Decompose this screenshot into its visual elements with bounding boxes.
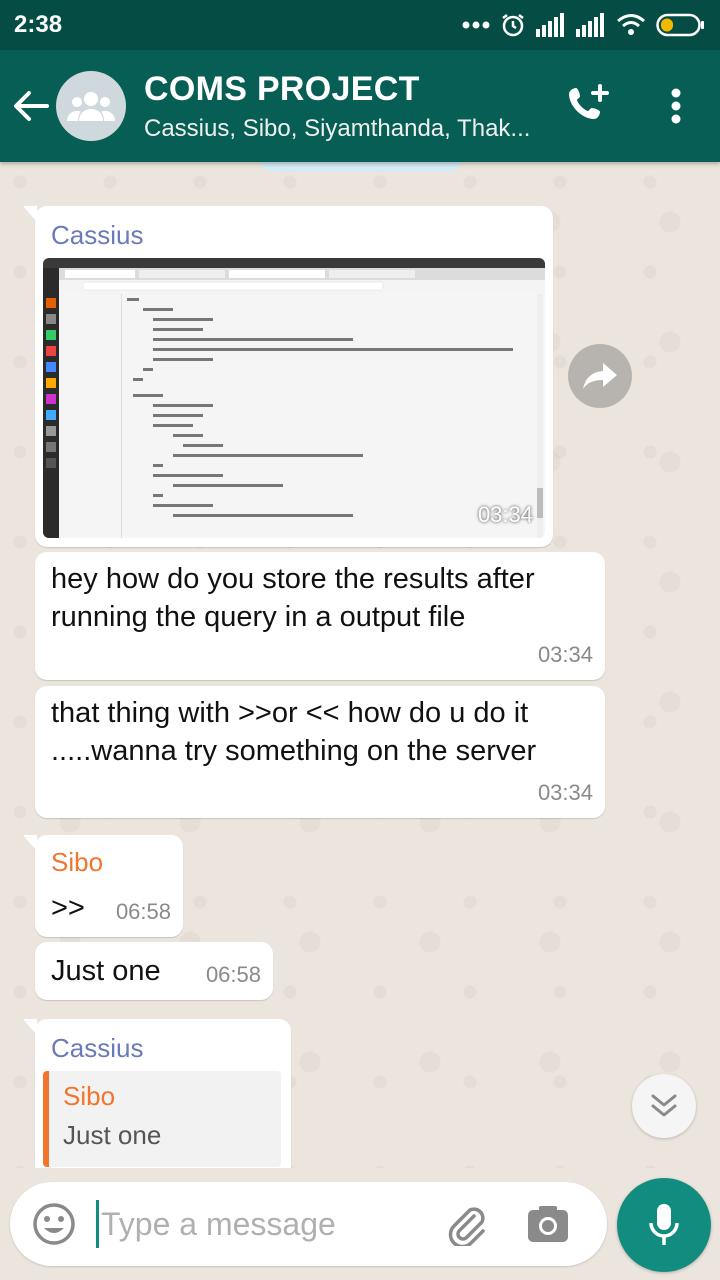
forward-icon [583, 363, 617, 389]
chat-header: COMS PROJECT Cassius, Sibo, Siyamthanda,… [0, 50, 720, 162]
mic-icon [649, 1204, 679, 1245]
message-time: 03:34 [477, 502, 533, 527]
message-sender: Sibo [51, 847, 104, 877]
camera-icon [528, 1206, 568, 1242]
emoji-icon [33, 1203, 75, 1245]
message-text: that thing with >>or << how do u do it .… [51, 697, 537, 767]
chat-participants: Cassius, Sibo, Siyamthanda, Thak... [144, 114, 531, 142]
chat-messages[interactable]: Cassius 03:34 hey how do you store the r… [0, 162, 720, 1168]
reply-message[interactable]: Cassius Sibo Just one [23, 1019, 291, 1168]
message-composer [10, 1182, 607, 1266]
voice-message-button[interactable] [617, 1178, 711, 1272]
scroll-to-bottom-button[interactable] [632, 1074, 696, 1138]
message-sender: Cassius [51, 1033, 144, 1063]
camera-button[interactable] [523, 1199, 573, 1249]
code-screenshot-image [43, 258, 545, 538]
quoted-text: Just one [63, 1120, 162, 1150]
text-message[interactable]: hey how do you store the results after r… [35, 552, 605, 680]
message-text: Just one [51, 955, 161, 987]
add-call-icon [569, 84, 609, 119]
status-icons [462, 12, 706, 38]
more-dots-icon [462, 21, 490, 29]
arrow-left-icon [14, 91, 49, 121]
message-time: 06:58 [115, 899, 171, 924]
status-time: 2:38 [14, 11, 63, 38]
group-avatar[interactable] [56, 71, 126, 141]
text-message[interactable]: that thing with >>or << how do u do it .… [35, 686, 605, 818]
image-message[interactable]: Cassius 03:34 [23, 206, 553, 547]
message-time: 03:34 [537, 780, 593, 805]
text-cursor [96, 1200, 99, 1248]
message-input[interactable] [101, 1205, 421, 1243]
previous-message-edge [262, 162, 460, 172]
back-button[interactable] [4, 50, 58, 162]
message-time: 03:34 [537, 642, 593, 667]
status-bar: 2:38 [0, 0, 720, 50]
image-thumbnail[interactable]: 03:34 [43, 258, 545, 538]
alarm-icon [502, 14, 524, 37]
attach-button[interactable] [441, 1199, 491, 1249]
quoted-message[interactable]: Sibo Just one [43, 1071, 281, 1167]
text-message[interactable]: Sibo >> 06:58 [23, 835, 183, 937]
message-time: 06:58 [205, 962, 261, 987]
group-icon [67, 92, 115, 121]
quoted-sender: Sibo [63, 1081, 116, 1111]
message-sender: Cassius [51, 220, 144, 250]
message-text: hey how do you store the results after r… [51, 563, 535, 633]
signal-icon [536, 13, 564, 37]
chat-title-area[interactable]: COMS PROJECT Cassius, Sibo, Siyamthanda,… [144, 70, 564, 143]
double-chevron-down-icon [651, 1094, 677, 1117]
forward-button[interactable] [568, 344, 632, 408]
emoji-button[interactable] [28, 1198, 80, 1250]
wifi-icon [617, 14, 645, 35]
message-text: >> [51, 892, 85, 924]
signal-icon [576, 13, 604, 37]
add-call-button[interactable] [560, 76, 620, 136]
more-vert-icon [671, 88, 681, 124]
battery-icon [656, 13, 704, 37]
paperclip-icon [448, 1207, 485, 1246]
more-options-button[interactable] [656, 76, 696, 136]
chat-title: COMS PROJECT [144, 69, 420, 108]
text-message[interactable]: Just one 06:58 [35, 942, 273, 1000]
